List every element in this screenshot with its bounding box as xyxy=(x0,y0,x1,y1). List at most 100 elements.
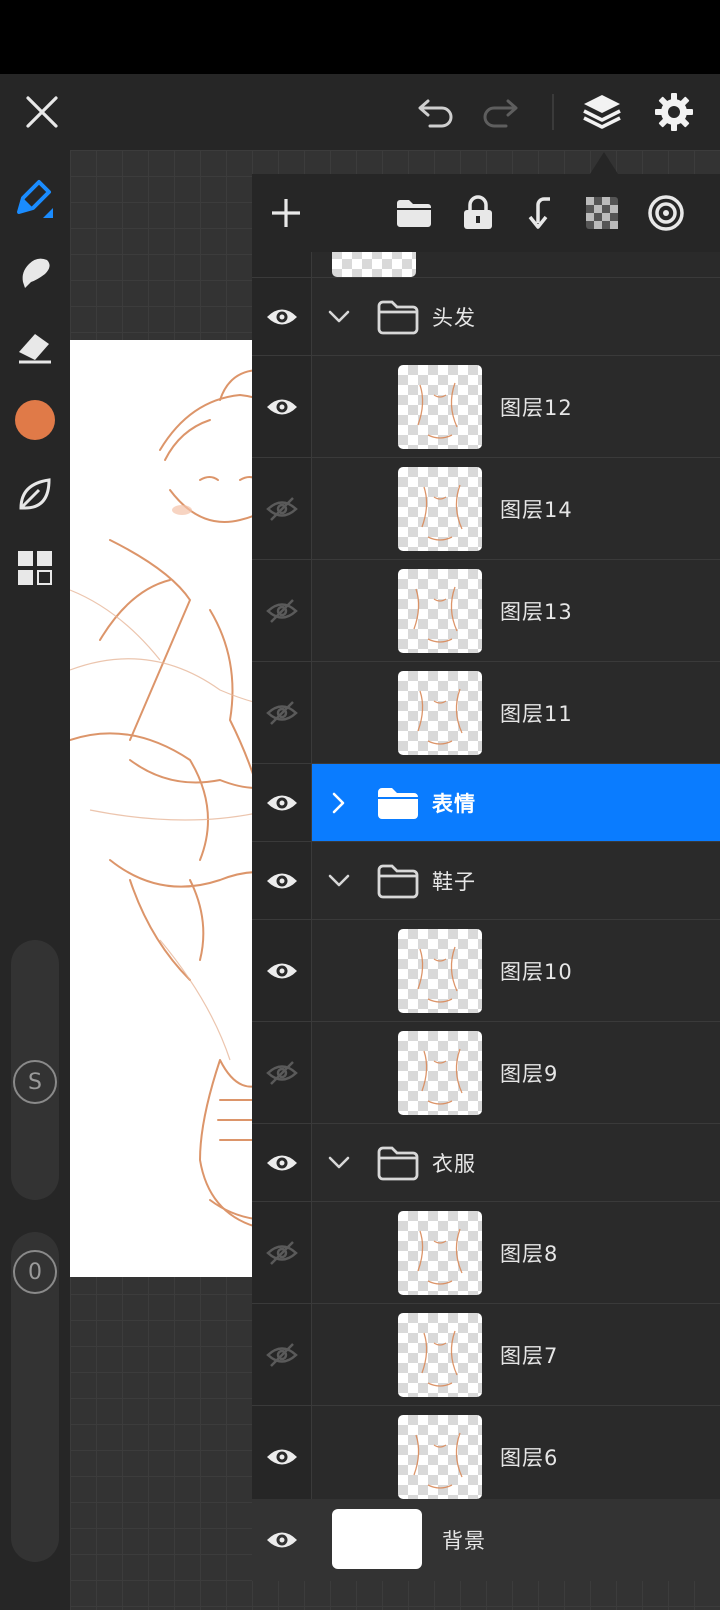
settings-button[interactable] xyxy=(642,74,706,150)
eye-hidden-icon xyxy=(265,496,298,521)
folder-icon xyxy=(377,1146,419,1180)
add-folder-button[interactable] xyxy=(382,181,446,245)
smudge-tool-button[interactable] xyxy=(0,240,70,304)
lock-layer-button[interactable] xyxy=(446,181,510,245)
layer-row[interactable]: 图层12 xyxy=(252,356,720,458)
chevron-right-icon xyxy=(332,792,345,813)
background-label: 背景 xyxy=(442,1529,486,1553)
layer-row[interactable]: 图层14 xyxy=(252,458,720,560)
close-button[interactable] xyxy=(10,74,74,150)
folder-icon-wrap xyxy=(376,785,420,821)
visibility-toggle[interactable] xyxy=(252,920,312,1021)
eye-hidden-icon xyxy=(265,1060,298,1085)
layer-row[interactable]: 图层9 xyxy=(252,1022,720,1124)
group-name: 头发 xyxy=(432,305,476,330)
visibility-toggle[interactable] xyxy=(252,1406,312,1502)
collapse-group-button[interactable] xyxy=(326,304,352,330)
eraser-tool-button[interactable] xyxy=(0,314,70,378)
layer-row[interactable]: 图层13 xyxy=(252,560,720,662)
eye-icon xyxy=(266,1155,297,1170)
background-visibility-toggle[interactable] xyxy=(252,1499,312,1581)
layer-row[interactable]: 图层10 xyxy=(252,920,720,1022)
visibility-toggle[interactable] xyxy=(252,458,312,559)
visibility-toggle[interactable] xyxy=(252,1202,312,1303)
eye-icon xyxy=(266,399,297,414)
background-layer-row[interactable]: 背景 xyxy=(252,1499,720,1581)
visibility-toggle[interactable] xyxy=(252,1022,312,1123)
layer-row[interactable]: 图层7 xyxy=(252,1304,720,1406)
layer-group-row[interactable]: 鞋子 xyxy=(252,842,720,920)
add-layer-button[interactable] xyxy=(254,181,318,245)
brush-icon xyxy=(17,180,53,218)
status-bar xyxy=(0,0,720,74)
layer-name: 图层13 xyxy=(500,599,573,624)
layers-icon xyxy=(583,95,621,129)
layer-group-row[interactable]: 头发 xyxy=(252,278,720,356)
visibility-toggle[interactable] xyxy=(252,1124,312,1201)
layer-group-row[interactable]: 表情 xyxy=(252,764,720,842)
chevron-down-icon xyxy=(328,310,350,322)
toolbar-divider xyxy=(552,94,554,130)
eye-icon xyxy=(266,963,297,978)
group-name: 衣服 xyxy=(432,1151,476,1176)
eye-icon xyxy=(267,1532,297,1548)
layers-panel: 头发图层12 图层14 图层13 图层11 表情鞋子图层10 图层9 衣服图层8 图层7 图层6 xyxy=(252,174,720,1581)
layer-thumbnail xyxy=(398,670,482,755)
collapse-group-button[interactable] xyxy=(326,1150,352,1176)
eye-icon xyxy=(266,795,297,810)
group-name: 表情 xyxy=(432,791,476,816)
visibility-toggle[interactable] xyxy=(252,278,312,355)
chevron-down-icon xyxy=(328,874,350,886)
layer-name: 图层10 xyxy=(500,959,573,984)
brush-size-knob[interactable]: S xyxy=(13,1060,57,1104)
alpha-lock-button[interactable] xyxy=(570,181,634,245)
visibility-toggle[interactable] xyxy=(252,842,312,919)
layer-name: 图层7 xyxy=(500,1343,559,1368)
layer-thumbnail xyxy=(398,928,482,1013)
gallery-button[interactable] xyxy=(0,536,70,600)
layer-name: 图层14 xyxy=(500,497,573,522)
expand-group-button[interactable] xyxy=(326,790,352,816)
brush-library-button[interactable] xyxy=(0,462,70,526)
eye-hidden-icon xyxy=(265,700,298,725)
undo-icon xyxy=(418,99,453,128)
layer-thumbnail xyxy=(398,1210,482,1295)
layer-thumbnail xyxy=(398,466,482,551)
layer-group-row[interactable]: 衣服 xyxy=(252,1124,720,1202)
layer-row[interactable] xyxy=(252,252,720,278)
folder-icon-wrap xyxy=(376,863,420,899)
redo-button[interactable] xyxy=(468,74,532,150)
visibility-toggle[interactable] xyxy=(252,356,312,457)
collapse-group-button[interactable] xyxy=(326,868,352,894)
redo-icon xyxy=(483,99,518,128)
visibility-toggle[interactable] xyxy=(252,662,312,763)
background-color-swatch[interactable] xyxy=(332,1509,422,1569)
layer-name: 图层11 xyxy=(500,701,573,726)
brush-tool-button[interactable] xyxy=(0,166,70,230)
layer-thumbnail xyxy=(398,1030,482,1115)
undo-button[interactable] xyxy=(404,74,468,150)
layer-row[interactable]: 图层11 xyxy=(252,662,720,764)
opacity-knob[interactable]: 0 xyxy=(13,1250,57,1294)
color-button[interactable] xyxy=(0,388,70,452)
layers-button[interactable] xyxy=(570,74,634,150)
merge-down-button[interactable] xyxy=(508,181,572,245)
visibility-toggle[interactable] xyxy=(252,1304,312,1405)
merge-down-icon xyxy=(528,197,550,229)
blend-mode-button[interactable] xyxy=(634,181,698,245)
layer-name: 图层8 xyxy=(500,1241,559,1266)
layer-thumbnail xyxy=(332,252,416,277)
leaf-icon xyxy=(19,478,51,510)
layer-row[interactable]: 图层6 xyxy=(252,1406,720,1502)
top-toolbar xyxy=(0,74,720,150)
layer-name: 图层9 xyxy=(500,1061,559,1086)
lock-icon xyxy=(464,195,492,229)
layers-list[interactable]: 头发图层12 图层14 图层13 图层11 表情鞋子图层10 图层9 衣服图层8 图层7 图层6 xyxy=(252,252,720,1502)
layer-name: 图层6 xyxy=(500,1445,559,1470)
grid-icon xyxy=(18,551,52,585)
visibility-toggle[interactable] xyxy=(252,560,312,661)
visibility-toggle[interactable] xyxy=(252,764,312,841)
layer-thumbnail xyxy=(398,568,482,653)
layer-row[interactable]: 图层8 xyxy=(252,1202,720,1304)
group-name: 鞋子 xyxy=(432,869,476,894)
